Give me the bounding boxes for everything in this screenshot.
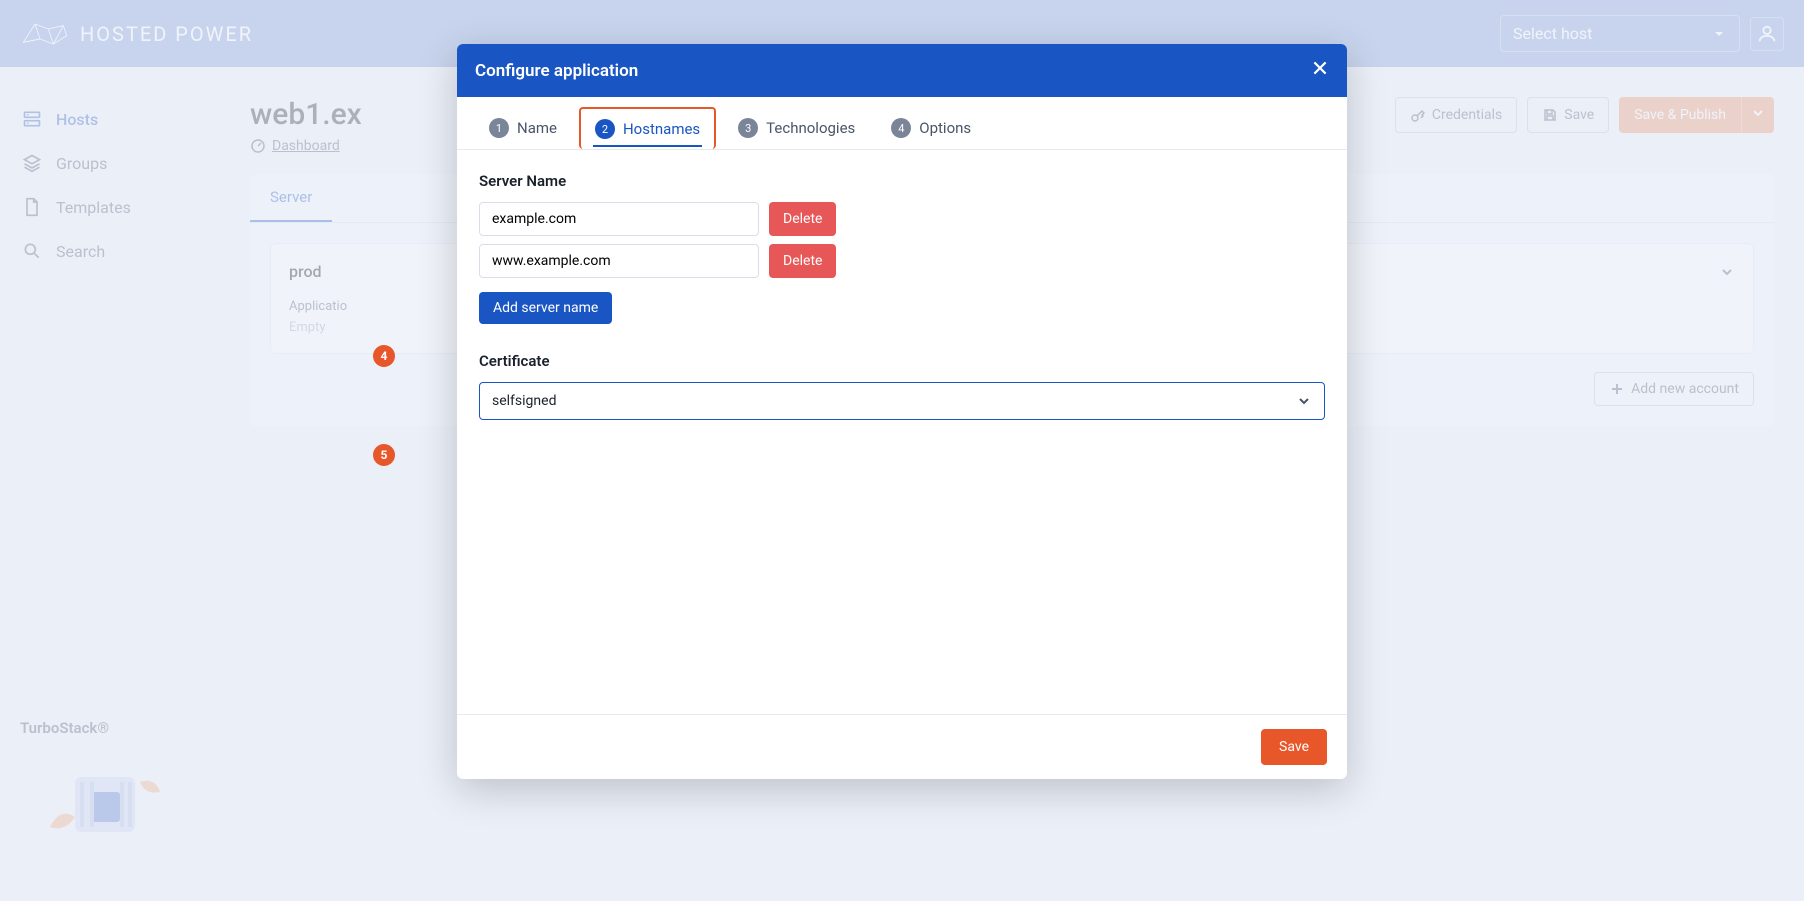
step-label: Technologies: [766, 119, 855, 137]
server-name-row: Delete: [479, 244, 1325, 278]
modal-save-button[interactable]: Save: [1261, 729, 1327, 765]
annotation-marker-4: 4: [373, 345, 395, 367]
server-name-row: Delete: [479, 202, 1325, 236]
step-label: Options: [919, 119, 971, 137]
chevron-down-icon: [1296, 393, 1312, 409]
modal-close-button[interactable]: [1311, 58, 1329, 83]
modal-title: Configure application: [475, 61, 638, 81]
modal-footer: Save: [457, 714, 1347, 779]
modal-tab-hostnames[interactable]: 2 Hostnames: [579, 107, 716, 149]
delete-server-button[interactable]: Delete: [769, 202, 836, 236]
step-number: 1: [489, 118, 509, 138]
certificate-value: selfsigned: [492, 393, 556, 409]
certificate-label: Certificate: [479, 352, 1325, 370]
step-number: 4: [891, 118, 911, 138]
delete-server-button[interactable]: Delete: [769, 244, 836, 278]
server-name-input[interactable]: [479, 202, 759, 236]
modal-tab-name[interactable]: 1 Name: [475, 107, 571, 149]
step-number: 3: [738, 118, 758, 138]
modal-tabs: 1 Name 2 Hostnames 3 Technologies 4 Opti…: [457, 97, 1347, 150]
modal-header: Configure application: [457, 44, 1347, 97]
step-label: Hostnames: [623, 120, 700, 138]
server-name-input[interactable]: [479, 244, 759, 278]
close-icon: [1311, 59, 1329, 77]
step-number: 2: [595, 119, 615, 139]
modal-tab-options[interactable]: 4 Options: [877, 107, 985, 149]
certificate-select[interactable]: selfsigned: [479, 382, 1325, 420]
configure-application-modal: Configure application 1 Name 2 Hostnames…: [457, 44, 1347, 779]
add-server-name-button[interactable]: Add server name: [479, 292, 612, 324]
step-label: Name: [517, 119, 557, 137]
modal-body: Server Name Delete Delete Add server nam…: [457, 150, 1347, 714]
server-name-label: Server Name: [479, 172, 1325, 190]
annotation-marker-5: 5: [373, 444, 395, 466]
modal-tab-technologies[interactable]: 3 Technologies: [724, 107, 869, 149]
